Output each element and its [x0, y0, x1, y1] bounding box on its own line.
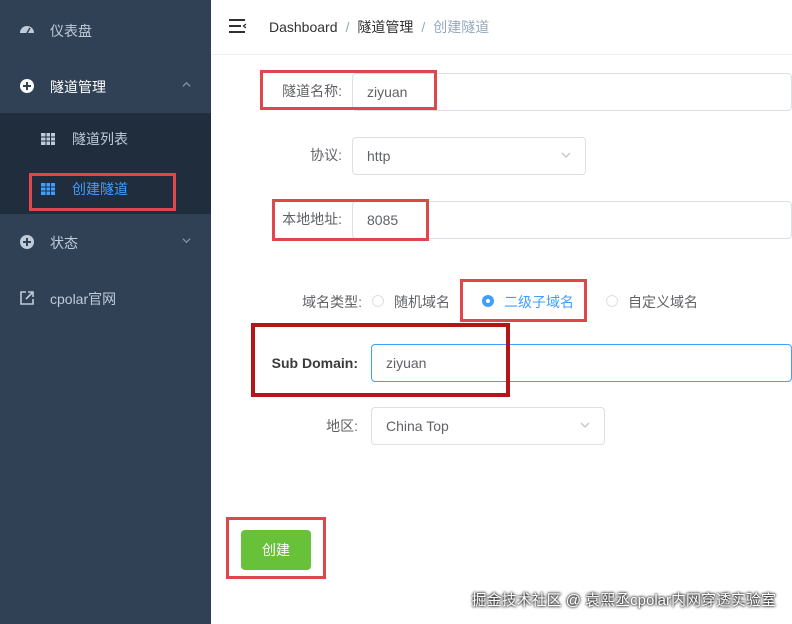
- sidebar-item-dashboard[interactable]: 仪表盘: [0, 3, 211, 59]
- sidebar-item-tunnel-list[interactable]: 隧道列表: [0, 115, 211, 163]
- local-address-input[interactable]: 8085: [352, 201, 792, 239]
- chevron-down-icon: [580, 422, 590, 428]
- local-address-value: 8085: [367, 212, 399, 228]
- sub-domain-label: Sub Domain:: [271, 355, 358, 371]
- watermark: 掘金技术社区 @ 袁熙丞cpolar内网穿透实验室: [471, 592, 776, 609]
- create-button[interactable]: 创建: [241, 530, 311, 570]
- sidebar-item-cpolar-website[interactable]: cpolar官网: [0, 271, 211, 327]
- radio-indicator: [606, 295, 618, 307]
- chevron-down-icon: [561, 152, 571, 158]
- breadcrumb-tunnel-management[interactable]: 隧道管理: [357, 19, 413, 35]
- table-icon: [41, 133, 55, 145]
- radio-label: 二级子域名: [504, 294, 574, 310]
- sidebar-item-tunnel-management[interactable]: 隧道管理: [0, 59, 211, 115]
- sidebar-item-create-tunnel[interactable]: 创建隧道: [0, 165, 211, 213]
- sidebar-item-label: 隧道管理: [50, 79, 106, 95]
- navbar: Dashboard / 隧道管理 / 创建隧道: [211, 0, 792, 55]
- sidebar-item-label: 仪表盘: [50, 23, 92, 39]
- dashboard-icon: [20, 26, 34, 34]
- region-value: China Top: [386, 418, 449, 434]
- region-label: 地区:: [326, 418, 358, 434]
- sidebar-item-label: 隧道列表: [72, 131, 128, 147]
- protocol-select[interactable]: http: [352, 137, 586, 175]
- protocol-label: 协议:: [310, 147, 342, 163]
- tunnel-name-input[interactable]: ziyuan: [352, 73, 792, 111]
- plus-circle-icon: [20, 79, 34, 93]
- hamburger-icon[interactable]: [229, 18, 247, 34]
- sidebar-item-label: cpolar官网: [50, 291, 117, 307]
- radio-label: 随机域名: [394, 294, 450, 310]
- chevron-up-icon: [182, 81, 191, 87]
- sidebar-item-label: 创建隧道: [72, 181, 128, 197]
- tunnel-name-label: 隧道名称:: [282, 83, 342, 99]
- breadcrumb: Dashboard / 隧道管理 / 创建隧道: [269, 17, 489, 37]
- chevron-down-icon: [182, 238, 191, 244]
- region-select[interactable]: China Top: [371, 407, 605, 445]
- radio-indicator: [372, 295, 384, 307]
- breadcrumb-dashboard[interactable]: Dashboard: [269, 19, 338, 35]
- sidebar-item-label: 状态: [50, 235, 78, 251]
- sidebar: 仪表盘 隧道管理 隧道列表 创建隧道 状态 cpolar官网: [0, 0, 211, 624]
- protocol-value: http: [367, 148, 391, 164]
- local-address-label: 本地地址:: [282, 211, 342, 227]
- breadcrumb-create-tunnel: 创建隧道: [433, 19, 490, 35]
- breadcrumb-separator: /: [421, 19, 426, 35]
- plus-circle-icon: [20, 235, 34, 249]
- sidebar-submenu: 隧道列表 创建隧道: [0, 113, 211, 214]
- sub-domain-input[interactable]: ziyuan: [371, 344, 792, 382]
- radio-indicator: [482, 295, 494, 307]
- tunnel-name-value: ziyuan: [367, 84, 408, 100]
- domain-type-label: 域名类型:: [302, 294, 362, 310]
- sub-domain-value: ziyuan: [386, 355, 427, 371]
- sidebar-item-status[interactable]: 状态: [0, 215, 211, 271]
- radio-label: 自定义域名: [628, 294, 698, 310]
- breadcrumb-separator: /: [345, 19, 350, 35]
- external-link-icon: [20, 291, 34, 305]
- table-icon: [41, 183, 55, 195]
